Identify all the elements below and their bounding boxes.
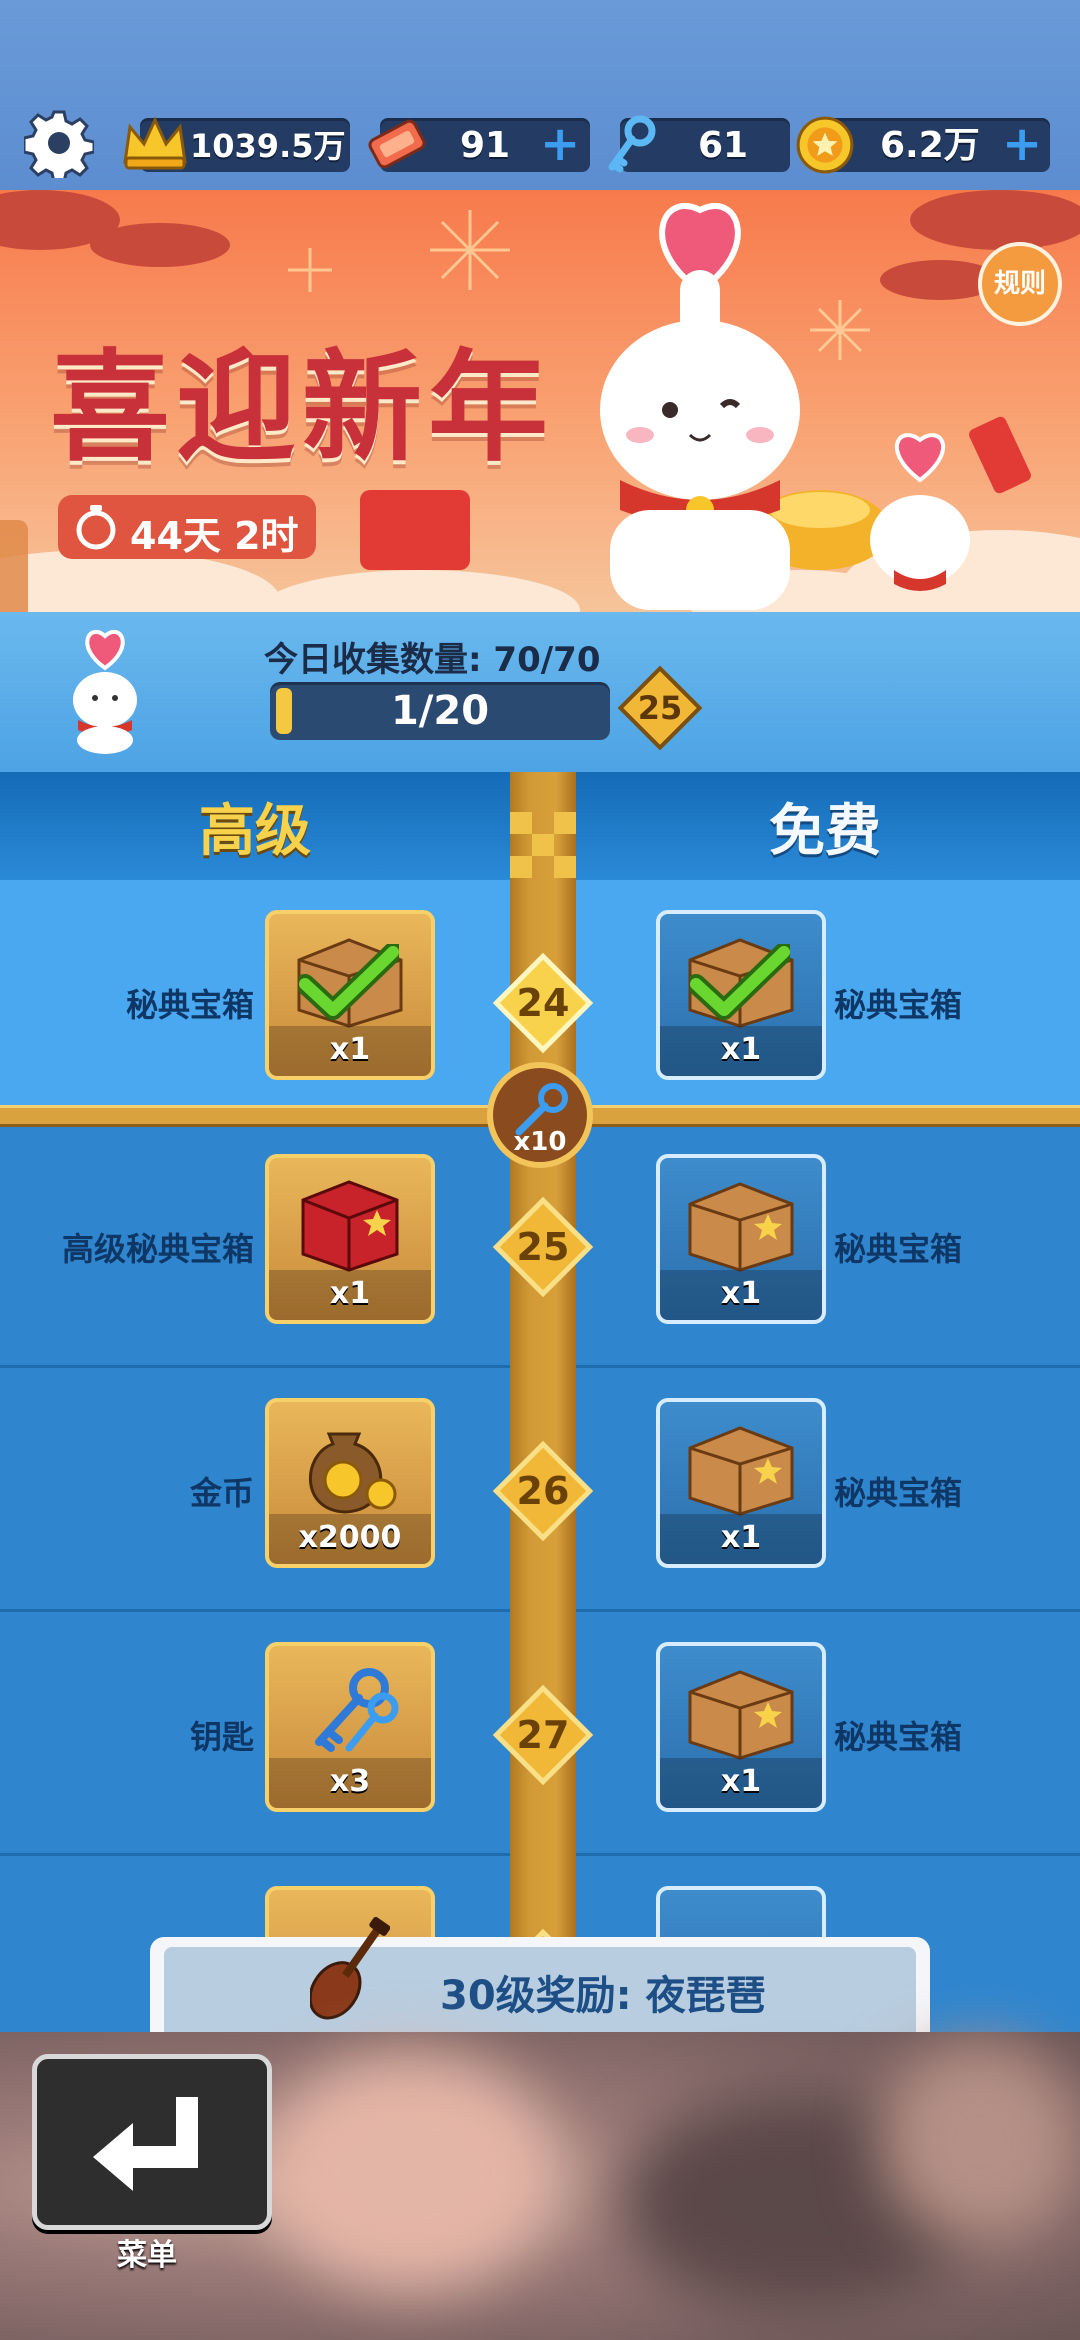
side-expand-tab[interactable] — [0, 520, 28, 620]
free-reward-label: 秘典宝箱 — [834, 1718, 963, 1756]
premium-reward-label: 秘典宝箱 — [125, 986, 254, 1024]
ticket-icon — [368, 119, 426, 169]
coin-icon — [796, 116, 854, 174]
menu-label: 菜单 — [117, 2238, 177, 2273]
daily-collect-count: 今日收集数量: 70/70 — [264, 640, 601, 680]
free-reward-label: 秘典宝箱 — [834, 1230, 963, 1268]
add-ticket-button[interactable]: + — [540, 120, 580, 168]
rules-button[interactable]: 规则 — [978, 242, 1062, 326]
reward-qty: x1 — [660, 1270, 822, 1320]
target-level-value: 25 — [638, 689, 683, 727]
ticket-counter: 91 + — [368, 118, 590, 172]
crown-counter: 1039.5万 — [123, 116, 350, 172]
footer-blur-blob — [880, 2042, 1080, 2242]
level-number: 26 — [517, 1469, 570, 1513]
reward-track: 高级 免费 秘典宝箱 x1 24 x1 秘典宝箱 x10 高级秘典宝箱 x1 2… — [0, 772, 1080, 2032]
free-reward-card[interactable]: x1 — [656, 910, 826, 1080]
footer-background: 菜单 — [0, 2032, 1080, 2340]
free-header: 免费 — [769, 799, 881, 864]
collection-progress: 今日收集数量: 70/70 1/20 — [0, 612, 1080, 772]
reward-qty: x1 — [660, 1758, 822, 1808]
claimed-check-icon — [299, 944, 399, 1020]
pipa-instrument-icon — [310, 1916, 390, 2020]
row-26-content: 金币 x2000 26 x1 秘典宝箱 — [0, 1368, 1080, 1612]
coin-counter: 6.2万 + — [796, 116, 1050, 174]
level-progress-bar: 1/20 — [270, 682, 610, 740]
reward-qty: x2000 — [269, 1514, 431, 1564]
menu-return-button[interactable] — [32, 2054, 272, 2230]
reward-qty: x1 — [269, 1270, 431, 1320]
level-diamond: 27 — [492, 1684, 594, 1786]
free-reward-card[interactable]: x1 — [656, 1398, 826, 1568]
chest-icon — [688, 1426, 794, 1516]
crown-icon — [123, 116, 187, 170]
chest-icon — [688, 1670, 794, 1760]
premium-chest-icon — [301, 1180, 399, 1272]
reward-qty: x3 — [269, 1758, 431, 1808]
level-progress-text: 1/20 — [390, 688, 490, 734]
key-value: 61 — [698, 125, 749, 166]
premium-header: 高级 — [199, 799, 311, 864]
free-reward-card[interactable]: x1 — [656, 1642, 826, 1812]
premium-reward-label: 高级秘典宝箱 — [61, 1230, 254, 1268]
reward-qty: x1 — [660, 1514, 822, 1564]
event-title: 喜迎新年 — [50, 337, 554, 478]
target-level-badge: 25 — [618, 666, 702, 750]
key-counter: 61 — [608, 115, 790, 173]
top-hud: 1039.5万 91 + 61 6.2万 + — [0, 0, 1080, 190]
stopwatch-icon — [76, 505, 116, 550]
add-coin-button[interactable]: + — [1002, 120, 1042, 168]
return-arrow-icon — [93, 2097, 198, 2191]
row-25-content: 高级秘典宝箱 x1 25 x1 秘典宝箱 — [0, 1124, 1080, 1368]
event-timer-text: 44天 2时 — [130, 514, 299, 558]
coin-bag-icon — [309, 1432, 397, 1514]
event-timer: 44天 2时 — [58, 495, 316, 559]
premium-reward-label: 钥匙 — [189, 1718, 254, 1756]
milestone-reward-bar[interactable]: 30级奖励: 夜琵琶 — [150, 1916, 930, 2032]
premium-reward-card[interactable]: x3 — [265, 1642, 435, 1812]
level-diamond: 25 — [492, 1196, 594, 1298]
coin-value: 6.2万 — [880, 125, 980, 166]
event-banner: 喜迎新年 44天 2时 规则 — [0, 190, 1080, 612]
key-icon — [608, 115, 656, 173]
row-27-content: 钥匙 x3 27 x1 秘典宝箱 — [0, 1612, 1080, 1856]
ticket-value: 91 — [460, 125, 511, 166]
chest-icon — [688, 1182, 794, 1272]
claimed-check-icon — [690, 944, 790, 1020]
reward-qty: x1 — [269, 1026, 431, 1076]
reward-qty: x1 — [660, 1026, 822, 1076]
milestone-reward-text: 30级奖励: 夜琵琶 — [440, 1973, 766, 2019]
settings-gear-icon[interactable] — [24, 108, 94, 178]
level-number: 24 — [517, 981, 570, 1025]
free-reward-card[interactable]: x1 — [656, 1154, 826, 1324]
lane-checker — [510, 812, 576, 878]
footer-blur-blob — [260, 2052, 560, 2292]
crown-value: 1039.5万 — [190, 127, 346, 165]
level-number: 25 — [517, 1225, 570, 1269]
keys-icon — [315, 1668, 399, 1752]
premium-reward-card[interactable]: x1 — [265, 1154, 435, 1324]
level-diamond: 24 — [492, 952, 594, 1054]
premium-reward-label: 金币 — [189, 1474, 254, 1512]
level-diamond: 26 — [492, 1440, 594, 1542]
free-reward-label: 秘典宝箱 — [834, 1474, 963, 1512]
premium-reward-card[interactable]: x1 — [265, 910, 435, 1080]
rabbit-avatar-icon — [73, 629, 137, 754]
free-reward-label: 秘典宝箱 — [834, 986, 963, 1024]
level-number: 27 — [517, 1713, 570, 1757]
premium-reward-card[interactable]: x2000 — [265, 1398, 435, 1568]
